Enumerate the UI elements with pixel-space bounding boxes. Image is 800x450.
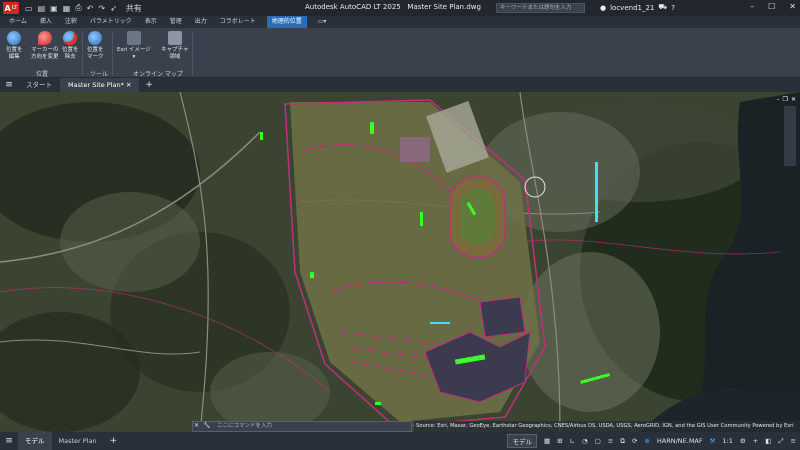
transparency-icon[interactable]: ⧉: [620, 437, 625, 446]
share-button[interactable]: 共有: [126, 3, 142, 14]
globe-edit-icon: [7, 31, 22, 45]
osnap-icon[interactable]: ▢: [595, 437, 601, 445]
minimize-icon[interactable]: –: [750, 2, 754, 11]
viewport-close-icon[interactable]: ✕: [791, 96, 796, 103]
ribbon-tab-5[interactable]: 管理: [168, 16, 184, 28]
quick-access-toolbar: ▭ ▤ ▣ ▦ ⎙ ↶ ↷ ➶ 共有: [25, 3, 142, 14]
ribbon-tab-1[interactable]: 挿入: [38, 16, 54, 28]
ribbon-tab-overflow-icon[interactable]: ▭▾: [316, 16, 329, 28]
ribbon-tab-4[interactable]: 表示: [143, 16, 159, 28]
window-title: Autodesk AutoCAD LT 2025 Master Site Pla…: [305, 3, 481, 11]
add-icon[interactable]: +: [753, 437, 758, 445]
close-command-icon[interactable]: ✕: [194, 422, 199, 429]
viewport-minimize-icon[interactable]: –: [777, 96, 780, 103]
marker-pin-icon: [37, 31, 52, 45]
file-tab-master-site-plan[interactable]: Master Site Plan* ✕: [60, 78, 140, 92]
autocad-logo-icon[interactable]: A LT: [3, 2, 19, 14]
geo-location-icon[interactable]: ⊕: [644, 437, 649, 445]
annotation-scale-icon[interactable]: ⚒: [710, 437, 716, 445]
save-as-icon[interactable]: ▦: [63, 4, 71, 13]
annotation-scale[interactable]: 1:1: [722, 437, 732, 445]
help-icon[interactable]: ?: [671, 4, 675, 12]
ribbon-tab-2[interactable]: 注釈: [63, 16, 79, 28]
autocad-window: A LT ▭ ▤ ▣ ▦ ⎙ ↶ ↷ ➶ 共有 Autodesk AutoCAD …: [0, 0, 800, 450]
start-tab[interactable]: スタート: [18, 78, 60, 92]
user-icon: ●: [600, 3, 607, 12]
remove-location-button[interactable]: 位置を 除去: [62, 31, 79, 60]
lineweight-icon[interactable]: ≡: [608, 437, 613, 445]
ribbon-tab-6[interactable]: 出力: [193, 16, 209, 28]
model-tab[interactable]: モデル: [18, 432, 52, 450]
ribbon-tab-8[interactable]: 地理的位置: [266, 16, 307, 28]
ortho-icon[interactable]: ∟: [570, 437, 575, 445]
grid-icon[interactable]: ▦: [544, 437, 550, 445]
status-tools: モデル ▦ ⊞ ∟ ◔ ▢ ≡ ⧉ ⟳ ⊕ HARN/NE.MAF ⚒ 1:1 …: [507, 432, 796, 450]
new-file-icon[interactable]: ▭: [25, 4, 33, 13]
menu-icon[interactable]: ≡: [0, 80, 18, 90]
ribbon-separator: [192, 32, 193, 76]
undo-icon[interactable]: ↶: [87, 4, 94, 13]
ribbon-panel: 位置を 編集 マーカーの 方向を変更 位置を 除去 位置を マーク Esri イメージ ▾…: [0, 28, 800, 78]
map-attribution: Source: Esri, Maxar, GeoEye, Earthstar G…: [414, 421, 800, 432]
ribbon-separator: [82, 32, 83, 76]
viewport-controls: – ❐ ✕: [777, 96, 796, 103]
capture-area-icon: [167, 31, 182, 45]
coordinate-system[interactable]: HARN/NE.MAF: [657, 437, 703, 445]
close-icon[interactable]: ✕: [789, 2, 796, 11]
esri-image-icon: [126, 31, 141, 45]
snap-icon[interactable]: ⊞: [557, 437, 562, 445]
ribbon-tab-7[interactable]: コラボレート: [218, 16, 258, 28]
user-account[interactable]: ● locvend1_21 ⛟?: [600, 3, 675, 12]
ribbon-tab-3[interactable]: パラメトリック: [88, 16, 134, 28]
ribbon-tab-0[interactable]: ホーム: [7, 16, 29, 28]
new-layout-icon[interactable]: +: [110, 436, 118, 446]
selection-cycling-icon[interactable]: ⟳: [632, 437, 637, 445]
print-icon[interactable]: ⎙: [75, 3, 81, 13]
command-line-input[interactable]: ここにコマンドを入力: [192, 421, 412, 432]
layout-menu-icon[interactable]: ≡: [0, 436, 18, 446]
navigation-bar[interactable]: [784, 106, 796, 166]
file-tab-bar: ≡ スタート Master Site Plan* ✕ +: [0, 78, 800, 92]
model-space-button[interactable]: モデル: [507, 434, 537, 448]
customize-icon[interactable]: ≡: [791, 437, 796, 445]
group-label-tools: ツール: [90, 71, 109, 78]
fullscreen-icon[interactable]: ⤢: [778, 437, 783, 446]
maximize-icon[interactable]: ☐: [768, 2, 775, 11]
polar-icon[interactable]: ◔: [582, 437, 588, 445]
viewport-restore-icon[interactable]: ❐: [783, 96, 788, 103]
status-bar: ≡ モデル Master Plan + モデル ▦ ⊞ ∟ ◔ ▢ ≡ ⧉ ⟳ …: [0, 432, 800, 450]
new-tab-icon[interactable]: +: [145, 80, 153, 90]
ribbon-tabs: ホーム 挿入 注釈 パラメトリック 表示 管理 出力 コラボレート 地理的位置 ▭▾: [0, 16, 800, 28]
settings-icon[interactable]: ⚙: [740, 437, 746, 445]
title-bar: A LT ▭ ▤ ▣ ▦ ⎙ ↶ ↷ ➶ 共有 Autodesk AutoCAD …: [0, 0, 800, 16]
cart-icon[interactable]: ⛟: [658, 3, 667, 12]
open-folder-icon[interactable]: ▤: [38, 4, 46, 13]
layout-tab-master-plan[interactable]: Master Plan: [52, 432, 104, 450]
globe-remove-icon: [63, 31, 78, 45]
globe-mark-icon: [88, 31, 103, 45]
capture-area-button[interactable]: キャプチャ 領域: [161, 31, 188, 60]
mark-position-button[interactable]: 位置を マーク: [87, 31, 104, 60]
isolate-icon[interactable]: ◧: [765, 437, 771, 445]
drawing-viewport[interactable]: – ❐ ✕: [0, 92, 800, 432]
share-icon[interactable]: ➶: [110, 4, 117, 13]
help-search-input[interactable]: キーワードまたは語句を入力: [496, 3, 585, 13]
edit-location-button[interactable]: 位置を 編集: [6, 31, 23, 60]
group-label-online-map: オンライン マップ: [133, 71, 183, 78]
group-label-location: 位置: [36, 71, 49, 78]
window-controls: – ☐ ✕: [750, 2, 796, 11]
ribbon-separator: [112, 32, 113, 76]
wrench-icon[interactable]: 🔧: [203, 422, 210, 429]
esri-image-button[interactable]: Esri イメージ ▾: [117, 31, 151, 60]
reorient-marker-button[interactable]: マーカーの 方向を変更: [31, 31, 59, 60]
close-tab-icon[interactable]: ✕: [126, 81, 131, 89]
command-line-icons: ✕ 🔧: [194, 422, 211, 429]
save-icon[interactable]: ▣: [50, 4, 58, 13]
satellite-map: [0, 92, 800, 432]
redo-icon[interactable]: ↷: [98, 4, 105, 13]
